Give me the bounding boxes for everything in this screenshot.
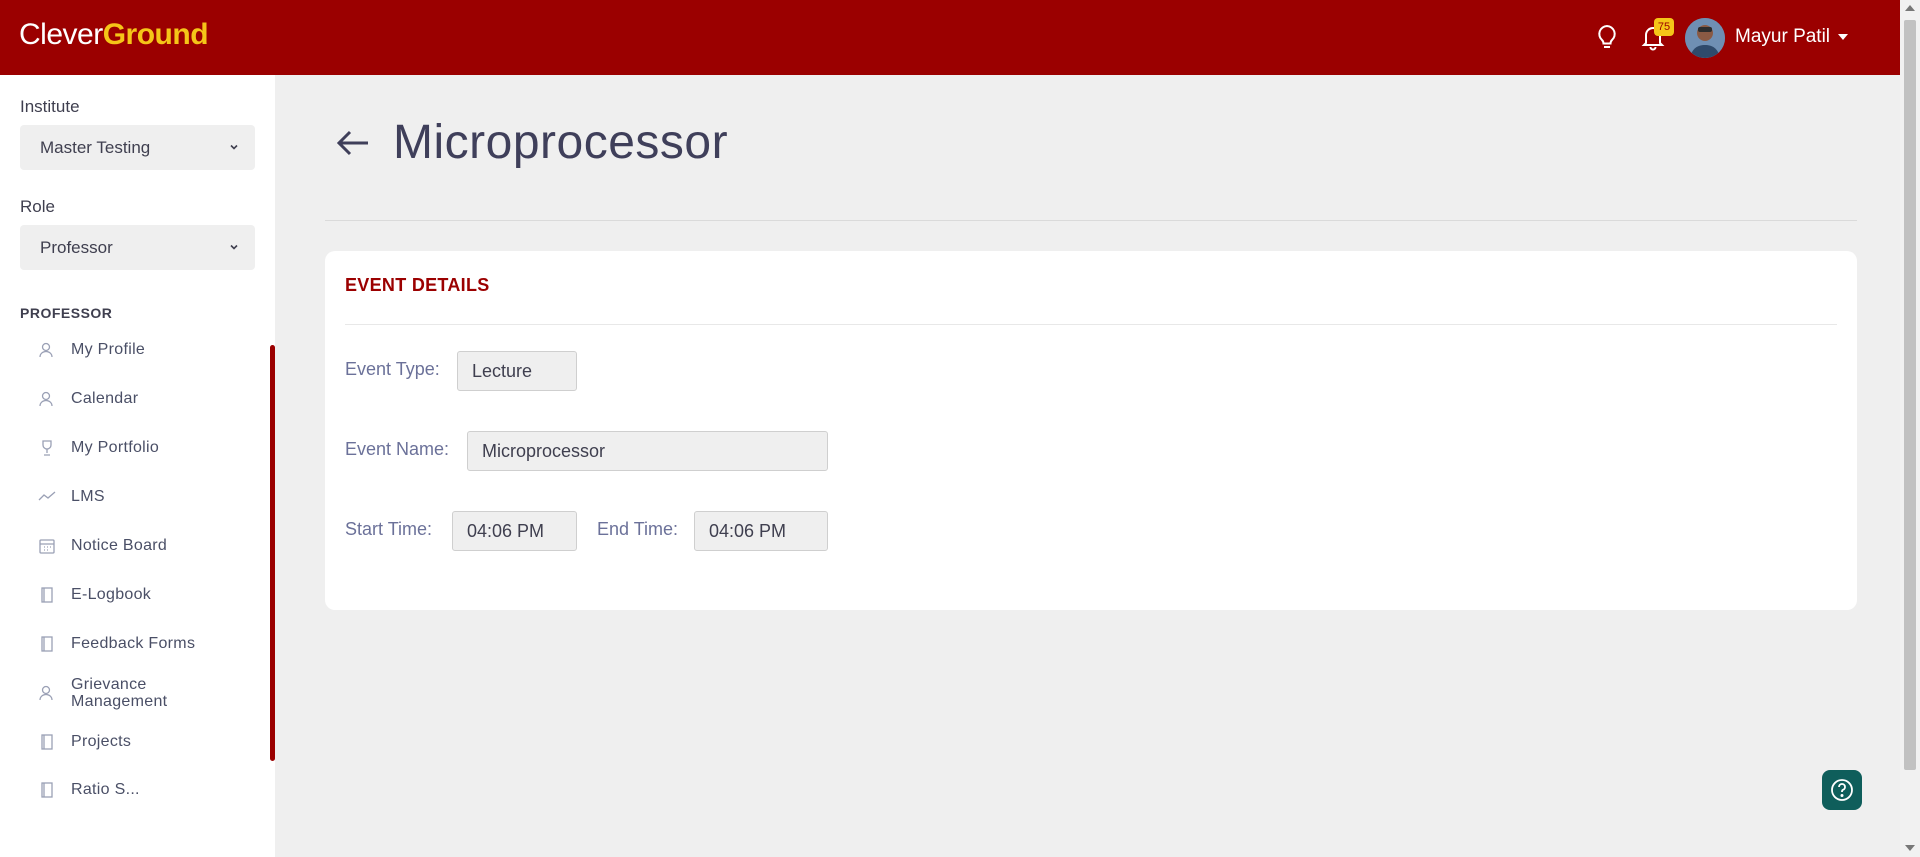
logo-text-clever: Clever: [19, 18, 103, 51]
institute-select-value: Master Testing: [40, 138, 151, 157]
event-type-label: Event Type:: [345, 359, 440, 379]
sidebar-item-e-logbook[interactable]: E-Logbook: [38, 586, 151, 604]
institute-label: Institute: [20, 97, 80, 116]
sidebar-scrollbar[interactable]: [270, 345, 275, 761]
scrollbar-thumb[interactable]: [1904, 20, 1916, 770]
sidebar-item-calendar[interactable]: Calendar: [38, 390, 138, 408]
book-icon: [41, 587, 53, 603]
sidebar-item-label: Projects: [71, 733, 132, 750]
logo-text-ground: Ground: [102, 18, 209, 51]
book-icon: [41, 782, 53, 798]
sidebar-item-feedback-forms[interactable]: Feedback Forms: [38, 635, 195, 653]
sidebar-item-grievance-management[interactable]: Grievance Management: [38, 676, 181, 710]
start-time-label: Start Time:: [345, 519, 433, 539]
event-type-field[interactable]: Lecture: [457, 351, 577, 391]
sidebar-section-heading: PROFESSOR: [20, 305, 113, 321]
end-time-field[interactable]: 04:06 PM: [694, 511, 828, 551]
event-details-card: EVENT DETAILS Event Type: Lecture Event …: [325, 251, 1857, 610]
chevron-down-icon: [230, 244, 238, 250]
role-select-value: Professor: [40, 238, 113, 257]
sidebar: Institute Master Testing Role Professor …: [0, 75, 275, 857]
user-icon: [39, 391, 53, 407]
sidebar-item-ratio[interactable]: Ratio S...: [38, 781, 140, 799]
end-time-label: End Time:: [597, 519, 679, 539]
user-icon: [39, 685, 53, 701]
scroll-up-icon[interactable]: [1905, 5, 1915, 11]
sidebar-item-my-portfolio[interactable]: My Portfolio: [38, 439, 159, 457]
lightbulb-icon[interactable]: [1592, 22, 1622, 52]
trophy-icon: [42, 440, 52, 456]
trend-icon: [38, 491, 56, 501]
chevron-down-icon: [230, 144, 238, 150]
notification-badge: 75: [1654, 18, 1674, 36]
role-label: Role: [20, 197, 55, 216]
user-menu[interactable]: Mayur Patil: [1735, 26, 1849, 48]
sidebar-item-projects[interactable]: Projects: [38, 733, 131, 751]
card-divider: [345, 324, 1837, 325]
user-name: Mayur Patil: [1735, 26, 1831, 47]
avatar[interactable]: [1685, 18, 1725, 58]
sidebar-item-label: Ratio S...: [71, 781, 140, 798]
role-select[interactable]: Professor: [20, 225, 255, 270]
top-navbar: CleverGround 75 Mayur Patil: [0, 0, 1900, 75]
help-button[interactable]: [1822, 770, 1862, 810]
book-icon: [41, 734, 53, 750]
page-title: Microprocessor: [393, 116, 729, 169]
question-icon: [1831, 779, 1853, 801]
page-scrollbar[interactable]: [1900, 0, 1920, 857]
institute-select[interactable]: Master Testing: [20, 125, 255, 170]
event-name-field[interactable]: Microprocessor: [467, 431, 828, 471]
sidebar-item-lms[interactable]: LMS: [38, 488, 105, 506]
calendar-icon: [39, 539, 55, 554]
sidebar-item-label: Calendar: [71, 390, 139, 407]
back-arrow-icon[interactable]: [335, 128, 371, 158]
caret-down-icon: [1838, 34, 1849, 40]
sidebar-item-label: My Profile: [71, 341, 146, 358]
user-icon: [39, 342, 53, 358]
sidebar-item-notice-board[interactable]: Notice Board: [38, 537, 167, 555]
sidebar-item-label: Feedback Forms: [71, 635, 196, 652]
sidebar-item-label: LMS: [71, 488, 105, 505]
sidebar-item-my-profile[interactable]: My Profile: [38, 341, 145, 359]
scroll-down-icon[interactable]: [1905, 845, 1915, 851]
sidebar-item-label: Grievance Management: [71, 676, 168, 710]
start-time-field[interactable]: 04:06 PM: [452, 511, 577, 551]
sidebar-item-label: My Portfolio: [71, 439, 160, 456]
page-header: Microprocessor: [335, 115, 728, 170]
book-icon: [41, 636, 53, 652]
sidebar-item-label: E-Logbook: [71, 586, 152, 603]
event-name-label: Event Name:: [345, 439, 450, 459]
logo[interactable]: CleverGround: [19, 18, 209, 51]
sidebar-item-label: Notice Board: [71, 537, 168, 554]
card-title: EVENT DETAILS: [345, 275, 490, 295]
header-divider: [325, 220, 1857, 221]
